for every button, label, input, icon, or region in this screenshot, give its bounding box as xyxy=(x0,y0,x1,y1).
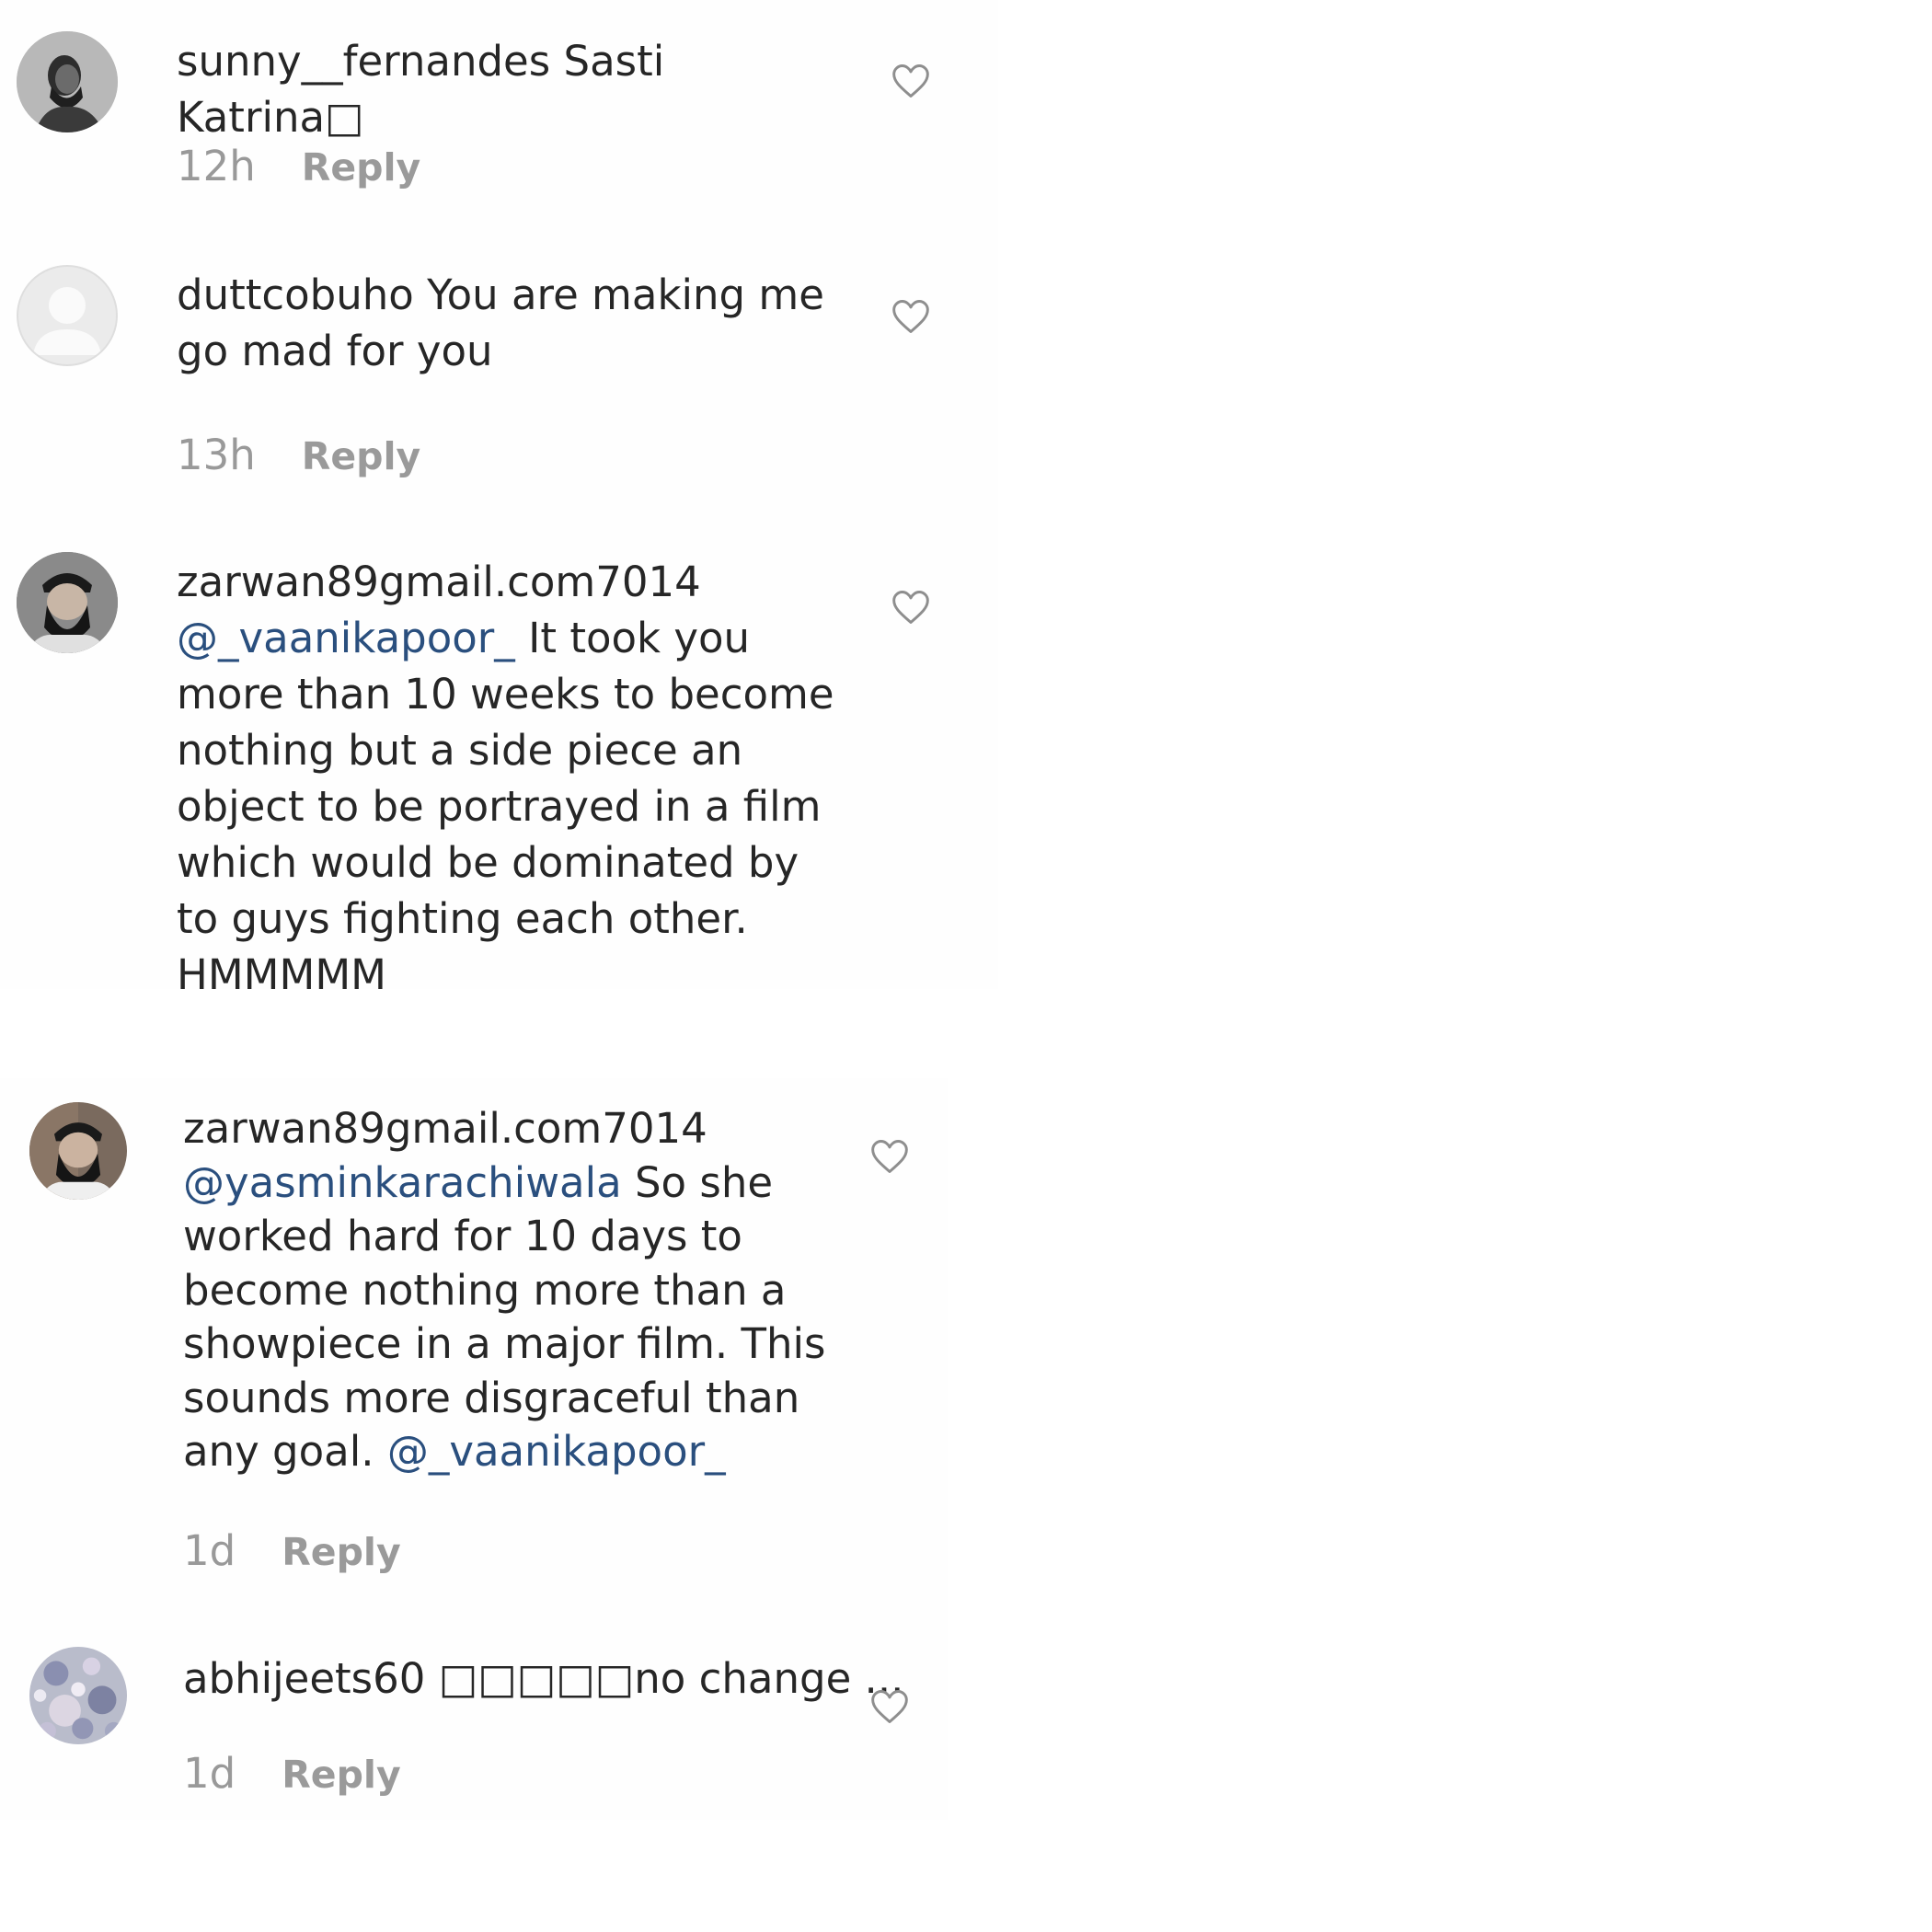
comment-username[interactable]: abhijeets60 xyxy=(183,1654,425,1703)
comment-meta: 1d Reply xyxy=(183,1748,401,1800)
profile-photo-man-beard-icon xyxy=(17,31,118,132)
comment-text: zarwan89gmail.com7014 @yasminkarachiwala… xyxy=(183,1102,845,1479)
comment-meta: 12h Reply xyxy=(177,141,420,193)
like-button[interactable] xyxy=(869,1136,910,1177)
reply-button[interactable]: Reply xyxy=(302,431,421,482)
comments-panel-top: sunny__fernandes Sasti Katrina□ 12h Reply… xyxy=(0,0,998,989)
comment-username[interactable]: zarwan89gmail.com7014 xyxy=(183,1104,707,1153)
profile-photo-floral-pattern-icon xyxy=(29,1647,127,1744)
heart-outline-icon xyxy=(871,1690,908,1723)
comment-username[interactable]: duttcobuho xyxy=(177,270,414,319)
avatar[interactable] xyxy=(17,31,118,132)
avatar[interactable] xyxy=(29,1102,127,1200)
comment-text-clip: zarwan89gmail.com7014 @_vaanikapoor_ It … xyxy=(177,550,894,989)
profile-photo-man-beard-cap-icon xyxy=(29,1102,127,1200)
mention-link[interactable]: @_vaanikapoor_ xyxy=(177,614,515,662)
avatar[interactable] xyxy=(29,1647,127,1744)
comment-body: □□□□□no change ... xyxy=(438,1654,904,1703)
comments-panel-bottom: zarwan89gmail.com7014 @yasminkarachiwala… xyxy=(0,1078,948,1820)
avatar[interactable] xyxy=(17,265,118,366)
comment-text: sunny__fernandes Sasti Katrina□ xyxy=(177,33,839,145)
comment-text: abhijeets60 □□□□□no change ... xyxy=(183,1650,903,1707)
reply-button[interactable]: Reply xyxy=(302,142,421,193)
default-avatar-icon xyxy=(17,265,118,366)
comment-body: It took you more than 10 weeks to become… xyxy=(177,614,834,989)
avatar[interactable] xyxy=(17,552,118,653)
comment-timestamp: 13h xyxy=(177,431,256,479)
heart-outline-icon xyxy=(871,1140,908,1173)
mention-link[interactable]: @yasminkarachiwala xyxy=(183,1158,622,1207)
comment-timestamp: 1d xyxy=(183,1526,236,1575)
like-button[interactable] xyxy=(891,587,931,627)
heart-outline-icon xyxy=(892,64,929,98)
comment-timestamp: 12h xyxy=(177,142,256,190)
like-button[interactable] xyxy=(891,61,931,101)
comment-meta: 1d Reply xyxy=(183,1525,401,1578)
reply-button[interactable]: Reply xyxy=(282,1526,401,1578)
like-button[interactable] xyxy=(891,296,931,337)
comment-meta: 13h Reply xyxy=(177,430,420,482)
like-button[interactable] xyxy=(869,1686,910,1727)
heart-outline-icon xyxy=(892,300,929,333)
comment-username[interactable]: zarwan89gmail.com7014 xyxy=(177,558,701,606)
comment-timestamp: 1d xyxy=(183,1749,236,1798)
comment-text: duttcobuho You are making me go mad for … xyxy=(177,267,839,379)
mention-link[interactable]: @_vaanikapoor_ xyxy=(387,1427,726,1476)
reply-button[interactable]: Reply xyxy=(282,1749,401,1800)
comment-username[interactable]: sunny__fernandes xyxy=(177,37,550,86)
comment-text: zarwan89gmail.com7014 @_vaanikapoor_ It … xyxy=(177,554,853,989)
profile-photo-man-beard-cap-icon xyxy=(17,552,118,653)
heart-outline-icon xyxy=(892,591,929,624)
